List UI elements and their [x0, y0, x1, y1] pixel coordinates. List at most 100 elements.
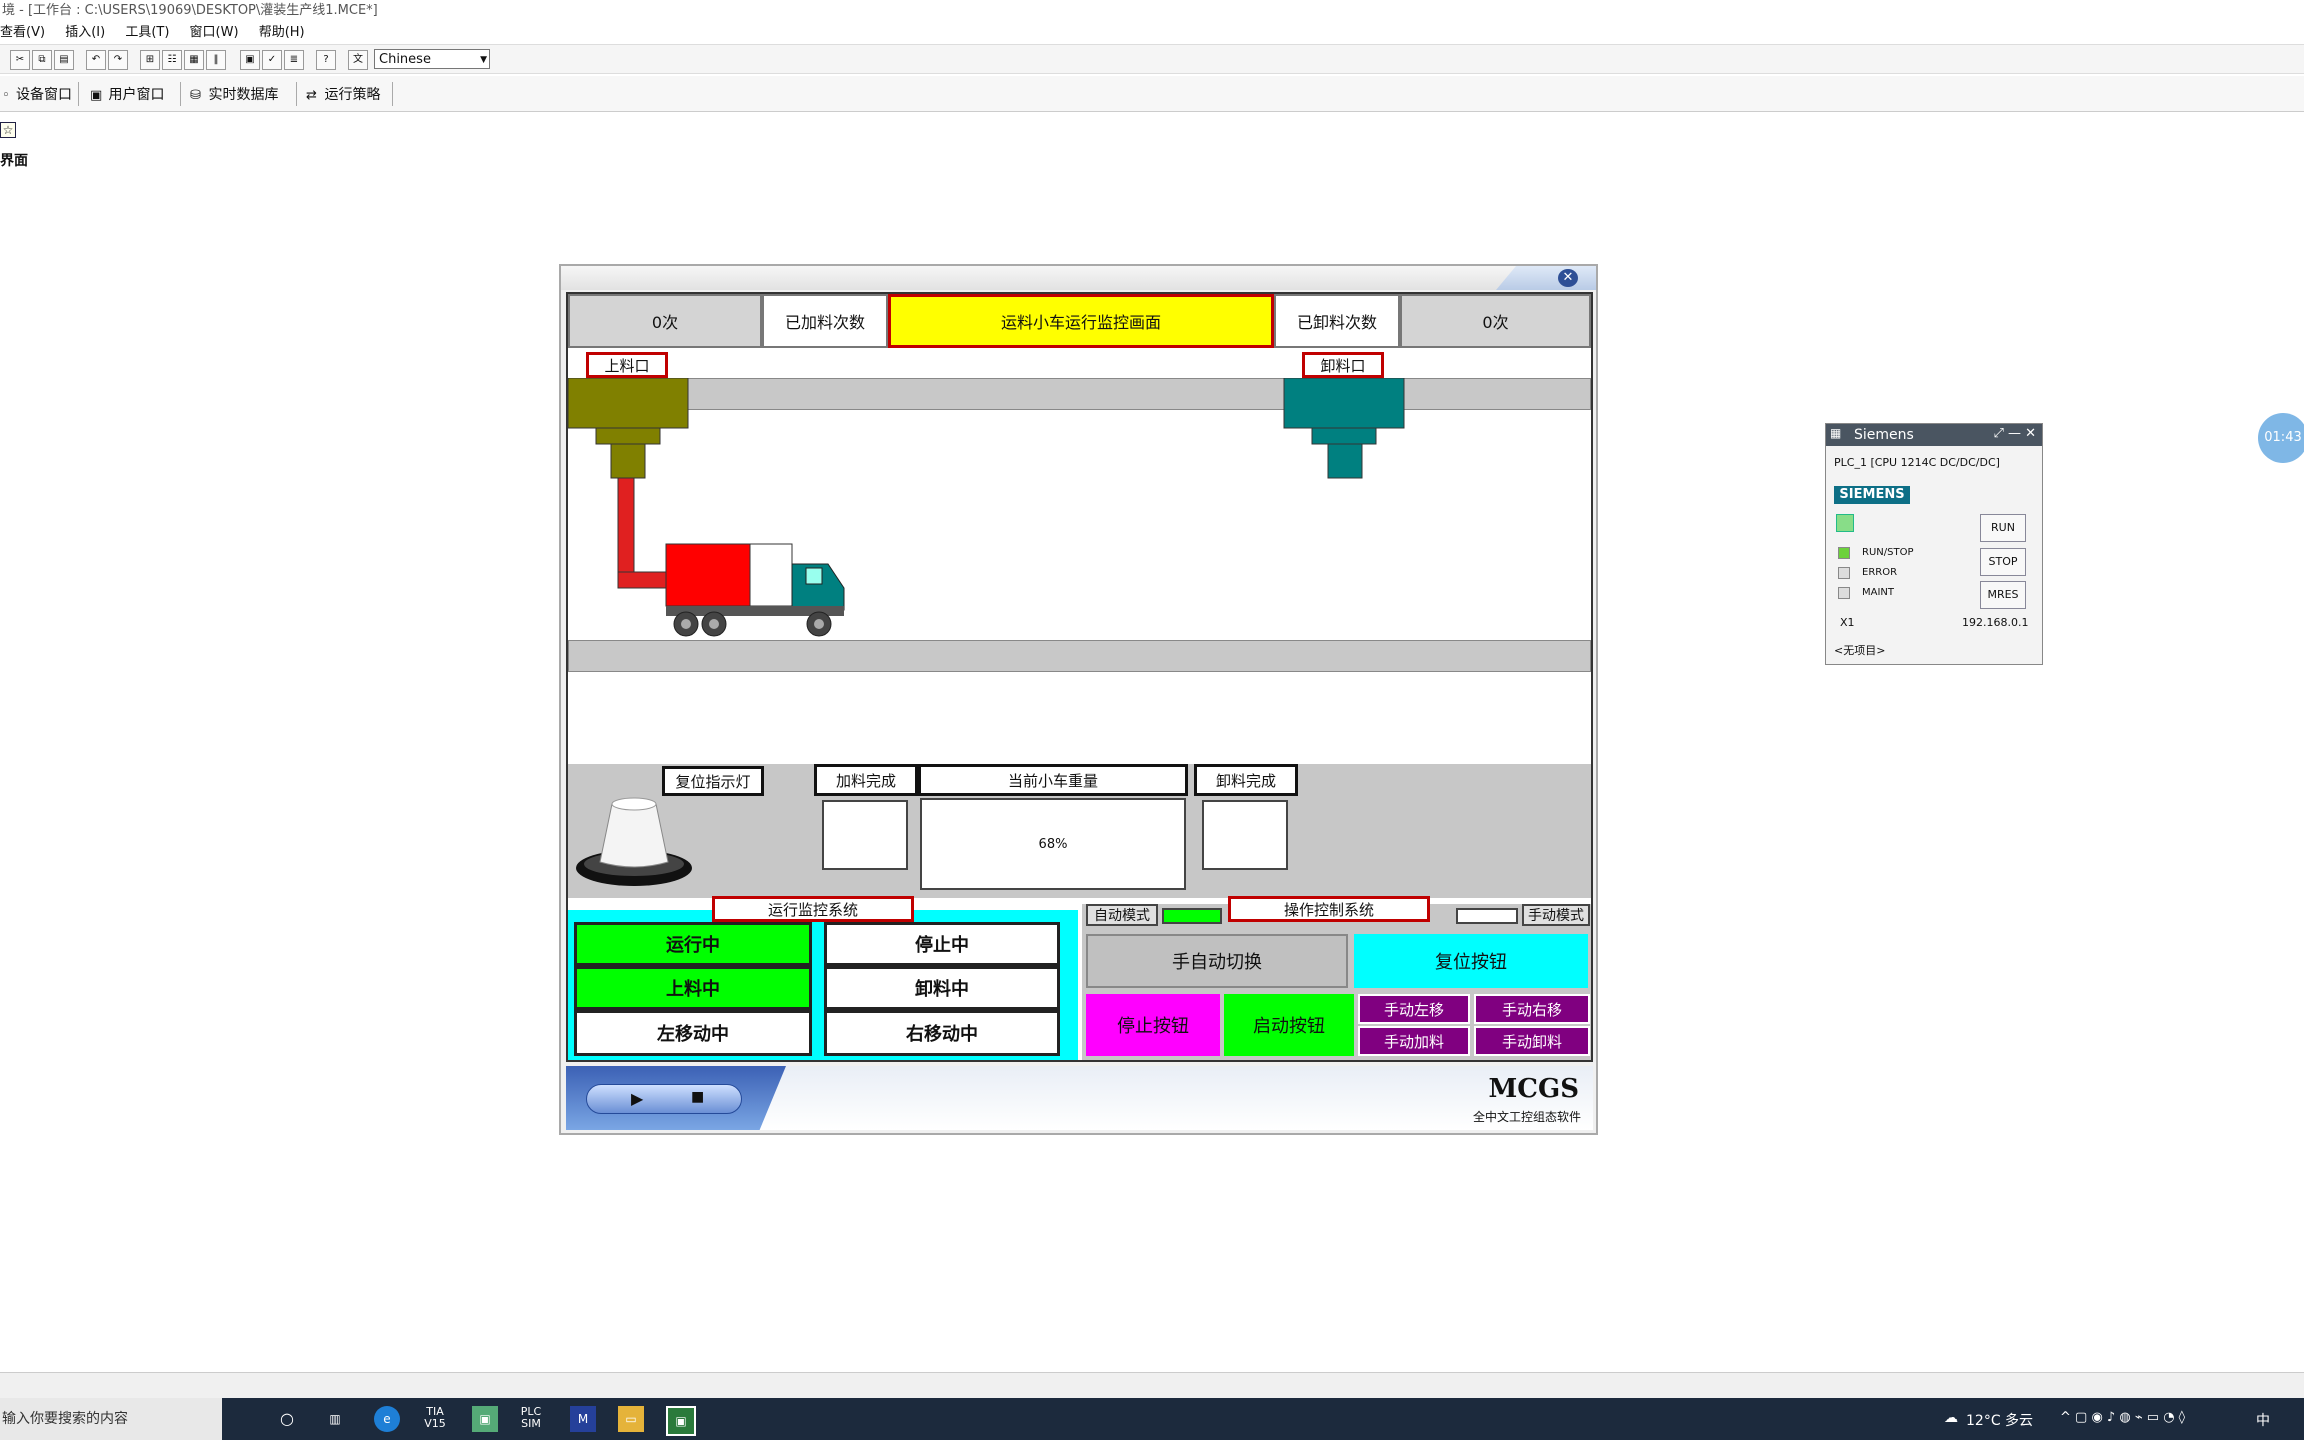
status-moving-left: 左移动中 — [574, 1010, 812, 1056]
help-icon[interactable]: ? — [316, 50, 336, 70]
plcsim-icon: ▦ — [1830, 426, 1842, 440]
database-icon: ⛁ — [190, 88, 201, 103]
power-icon[interactable] — [1836, 514, 1854, 532]
manual-mode-indicator — [1456, 908, 1518, 924]
grid-icon[interactable]: ▦ — [184, 50, 204, 70]
columns-icon[interactable]: ‖ — [206, 50, 226, 70]
load-count-value: 0次 — [568, 294, 762, 348]
maint-led — [1838, 587, 1850, 599]
window-controls-icon[interactable]: ⤢ — ✕ — [1993, 426, 2036, 441]
star-icon[interactable]: ☆ — [0, 122, 16, 138]
reset-lamp-label: 复位指示灯 — [662, 766, 764, 796]
check-icon[interactable]: ✓ — [262, 50, 282, 70]
app-title: 境 - [工作台 : C:\USERS\19069\DESKTOP\灌装生产线1… — [0, 0, 2304, 22]
app-icon[interactable]: ▣ — [472, 1406, 498, 1432]
timer-badge[interactable]: 01:43 — [2258, 413, 2304, 463]
chevron-down-icon: ▼ — [480, 55, 487, 65]
run-button[interactable]: RUN — [1980, 514, 2026, 542]
folder-icon[interactable]: ▭ — [618, 1406, 644, 1432]
stop-icon[interactable]: ■ — [691, 1089, 704, 1105]
manual-load-button[interactable]: 手动加料 — [1358, 1026, 1470, 1056]
copy-icon[interactable]: ⧉ — [32, 50, 52, 70]
unload-count-value: 0次 — [1400, 294, 1591, 348]
close-icon[interactable]: ✕ — [1558, 269, 1578, 287]
player-control: ▶ ■ — [586, 1084, 742, 1114]
divider — [296, 82, 297, 106]
maint-led-label: MAINT — [1862, 587, 1895, 598]
plcsim-ip: 192.168.0.1 — [1962, 616, 2029, 629]
mcgs-taskbar-icon[interactable]: M — [570, 1406, 596, 1432]
divider — [180, 82, 181, 106]
stop-button[interactable]: 停止按钮 — [1086, 994, 1220, 1056]
manual-left-button[interactable]: 手动左移 — [1358, 994, 1470, 1024]
mcgs-logo: MCGS — [1488, 1074, 1579, 1104]
current-weight-label: 当前小车重量 — [918, 764, 1188, 796]
undo-icon[interactable]: ↶ — [86, 50, 106, 70]
menu-view[interactable]: 查看(V) — [0, 25, 45, 40]
tab-realtime-db[interactable]: ⛁ 实时数据库 — [188, 84, 278, 106]
plcsim-taskbar-icon[interactable]: PLC SIM — [518, 1406, 544, 1432]
menu-bar: 查看(V) 插入(I) 工具(T) 窗口(W) 帮助(H) — [0, 22, 2304, 44]
status-bar — [0, 1372, 2304, 1398]
active-app-icon[interactable]: ▣ — [666, 1406, 696, 1436]
menu-window[interactable]: 窗口(W) — [190, 25, 239, 40]
screen-title: 运料小车运行监控画面 — [888, 294, 1274, 348]
task-view-icon[interactable]: ▥ — [322, 1406, 348, 1432]
plcsim-port: X1 — [1840, 616, 1855, 629]
ime-indicator[interactable]: 中 — [2256, 1410, 2270, 1430]
siemens-brand: SIEMENS — [1834, 486, 1910, 504]
taskbar: 输入你要搜索的内容 ○ ▥ e TIA V15 ▣ PLC SIM M ▭ ▣ … — [0, 1398, 2304, 1440]
unload-done-indicator — [1202, 800, 1288, 870]
loading-port-label: 上料口 — [586, 352, 668, 378]
cut-icon[interactable]: ✂ — [10, 50, 30, 70]
start-button[interactable]: 启动按钮 — [1224, 994, 1354, 1056]
language-icon[interactable]: 文 — [348, 50, 368, 70]
tia-portal-icon[interactable]: TIA V15 — [422, 1406, 448, 1432]
unloading-port-label: 卸料口 — [1302, 352, 1384, 378]
mres-button[interactable]: MRES — [1980, 581, 2026, 609]
manual-right-button[interactable]: 手动右移 — [1474, 994, 1590, 1024]
status-stopped: 停止中 — [824, 922, 1060, 966]
play-icon[interactable]: ▶ — [631, 1089, 643, 1108]
list-icon[interactable]: ≣ — [284, 50, 304, 70]
cortana-icon[interactable]: ○ — [274, 1406, 300, 1432]
auto-mode-indicator — [1162, 908, 1222, 924]
paste-icon[interactable]: ▤ — [54, 50, 74, 70]
align-icon[interactable]: ⊞ — [140, 50, 160, 70]
mcgs-logo-subtitle: 全中文工控组态软件 — [1472, 1110, 1581, 1124]
desktop-item-label[interactable]: 界面 — [0, 150, 28, 170]
tab-device-window[interactable]: ◦ 设备窗口 — [0, 84, 72, 106]
redo-icon[interactable]: ↷ — [108, 50, 128, 70]
device-icon: ◦ — [2, 88, 10, 103]
tab-label: 运行策略 — [324, 87, 381, 103]
load-count-label: 已加料次数 — [762, 294, 888, 348]
strategy-icon: ⇄ — [306, 88, 317, 103]
plcsim-panel: Siemens ▦ ⤢ — ✕ PLC_1 [CPU 1214C DC/DC/D… — [1825, 423, 2043, 665]
tab-label: 设备窗口 — [16, 87, 72, 103]
weather-icon[interactable]: ☁ — [1944, 1410, 1958, 1426]
reset-button[interactable]: 复位按钮 — [1354, 934, 1588, 988]
menu-tools[interactable]: 工具(T) — [125, 25, 169, 40]
truck — [665, 543, 845, 637]
tray-icons[interactable]: ^ ▢ ◉ ♪ ◍ ⌁ ▭ ◔ ◊ — [2060, 1410, 2185, 1425]
mcgs-window: ✕ 0次 已加料次数 运料小车运行监控画面 已卸料次数 0次 上料口 卸料口 复… — [559, 264, 1598, 1135]
weather-text[interactable]: 12°C 多云 — [1966, 1410, 2033, 1430]
workbench-tabs: ◦ 设备窗口 ▣ 用户窗口 ⛁ 实时数据库 ⇄ 运行策略 — [0, 76, 2304, 112]
lower-rail — [568, 640, 1591, 672]
tab-run-strategy[interactable]: ⇄ 运行策略 — [304, 84, 380, 106]
divider — [392, 82, 393, 106]
taskbar-search[interactable]: 输入你要搜索的内容 — [0, 1398, 222, 1440]
divider — [78, 82, 79, 106]
auto-manual-toggle-button[interactable]: 手自动切换 — [1086, 934, 1348, 988]
menu-help[interactable]: 帮助(H) — [259, 25, 305, 40]
edge-icon[interactable]: e — [374, 1406, 400, 1432]
status-moving-right: 右移动中 — [824, 1010, 1060, 1056]
stop-button[interactable]: STOP — [1980, 548, 2026, 576]
window-icon[interactable]: ▣ — [240, 50, 260, 70]
language-select[interactable]: Chinese ▼ — [374, 49, 490, 69]
tab-user-window[interactable]: ▣ 用户窗口 — [88, 84, 164, 106]
menu-insert[interactable]: 插入(I) — [65, 25, 105, 40]
manual-unload-button[interactable]: 手动卸料 — [1474, 1026, 1590, 1056]
toolbar: ✂ ⧉ ▤ ↶ ↷ ⊞ ☷ ▦ ‖ ▣ ✓ ≣ ? 文 Chinese ▼ — [0, 44, 2304, 74]
tree-icon[interactable]: ☷ — [162, 50, 182, 70]
